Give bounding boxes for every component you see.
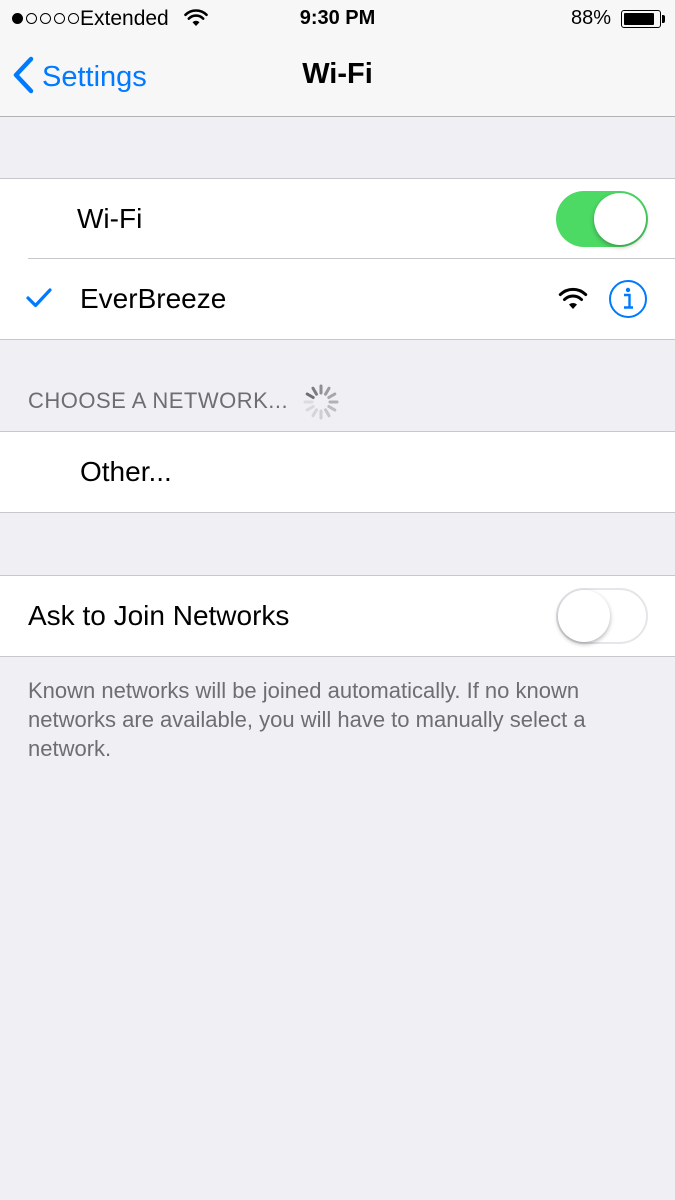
checkmark-icon	[26, 287, 52, 314]
top-bar: Extended 9:30 PM 88% Settings Wi-Fi	[0, 0, 675, 117]
battery-icon	[621, 10, 661, 28]
info-icon[interactable]	[608, 279, 648, 324]
other-network-group: Other...	[0, 431, 675, 513]
wifi-signal-icon	[558, 287, 588, 316]
switch-knob	[558, 590, 610, 642]
ask-to-join-label: Ask to Join Networks	[28, 600, 290, 631]
switch-knob	[594, 193, 646, 245]
wifi-group: Wi-Fi EverBreeze	[0, 178, 675, 340]
other-network-label: Other...	[80, 456, 172, 487]
activity-spinner-icon	[302, 383, 340, 426]
battery-fill	[624, 13, 654, 25]
wifi-switch[interactable]	[556, 191, 648, 247]
network-name: EverBreeze	[80, 283, 227, 314]
ask-to-join-row: Ask to Join Networks	[0, 576, 675, 656]
page-title: Wi-Fi	[302, 58, 373, 90]
ask-to-join-switch[interactable]	[556, 588, 648, 644]
other-network-row[interactable]: Other...	[0, 432, 675, 512]
battery-percent: 88%	[571, 7, 612, 29]
wifi-label: Wi-Fi	[77, 203, 143, 234]
ask-to-join-footer: Known networks will be joined automatica…	[28, 678, 586, 761]
wifi-toggle-row: Wi-Fi	[0, 179, 675, 259]
network-row-everbreeze[interactable]: EverBreeze	[0, 259, 675, 339]
choose-network-header: CHOOSE A NETWORK...	[28, 388, 289, 413]
battery-cap	[662, 15, 665, 23]
ask-to-join-group: Ask to Join Networks	[0, 575, 675, 657]
status-bar: Extended 9:30 PM 88%	[0, 0, 675, 38]
